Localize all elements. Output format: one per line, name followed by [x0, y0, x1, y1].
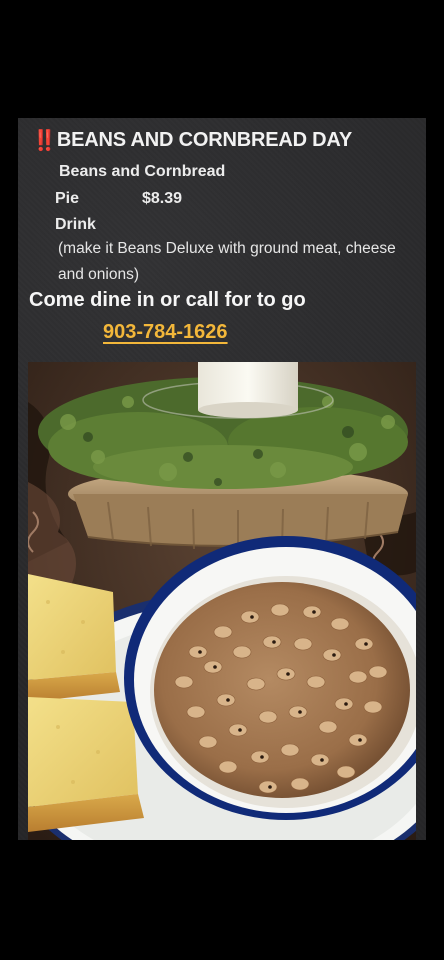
- menu-item-pie: Pie: [55, 190, 80, 207]
- menu-price: $8.39: [142, 190, 183, 207]
- phone-number-link[interactable]: 903-784-1626: [103, 321, 228, 344]
- deluxe-note: (make it Beans Deluxe with ground meat, …: [58, 240, 396, 283]
- menu-item-beans-and-cornbread: Beans and Cornbread: [59, 163, 226, 180]
- headline-text: BEANS AND CORNBREAD DAY: [56, 129, 352, 151]
- screen: ‼️ BEANS AND CORNBREAD DAY Beans and Cor…: [0, 0, 444, 960]
- post-card: ‼️ BEANS AND CORNBREAD DAY Beans and Cor…: [18, 118, 426, 840]
- menu-item-drink: Drink: [55, 216, 96, 233]
- beans-and-cornbread-photo: [28, 362, 416, 840]
- headline: ‼️ BEANS AND CORNBREAD DAY: [32, 128, 352, 153]
- double-exclamation-icon: ‼️: [32, 130, 57, 152]
- call-to-action: Come dine in or call for to go: [29, 289, 306, 311]
